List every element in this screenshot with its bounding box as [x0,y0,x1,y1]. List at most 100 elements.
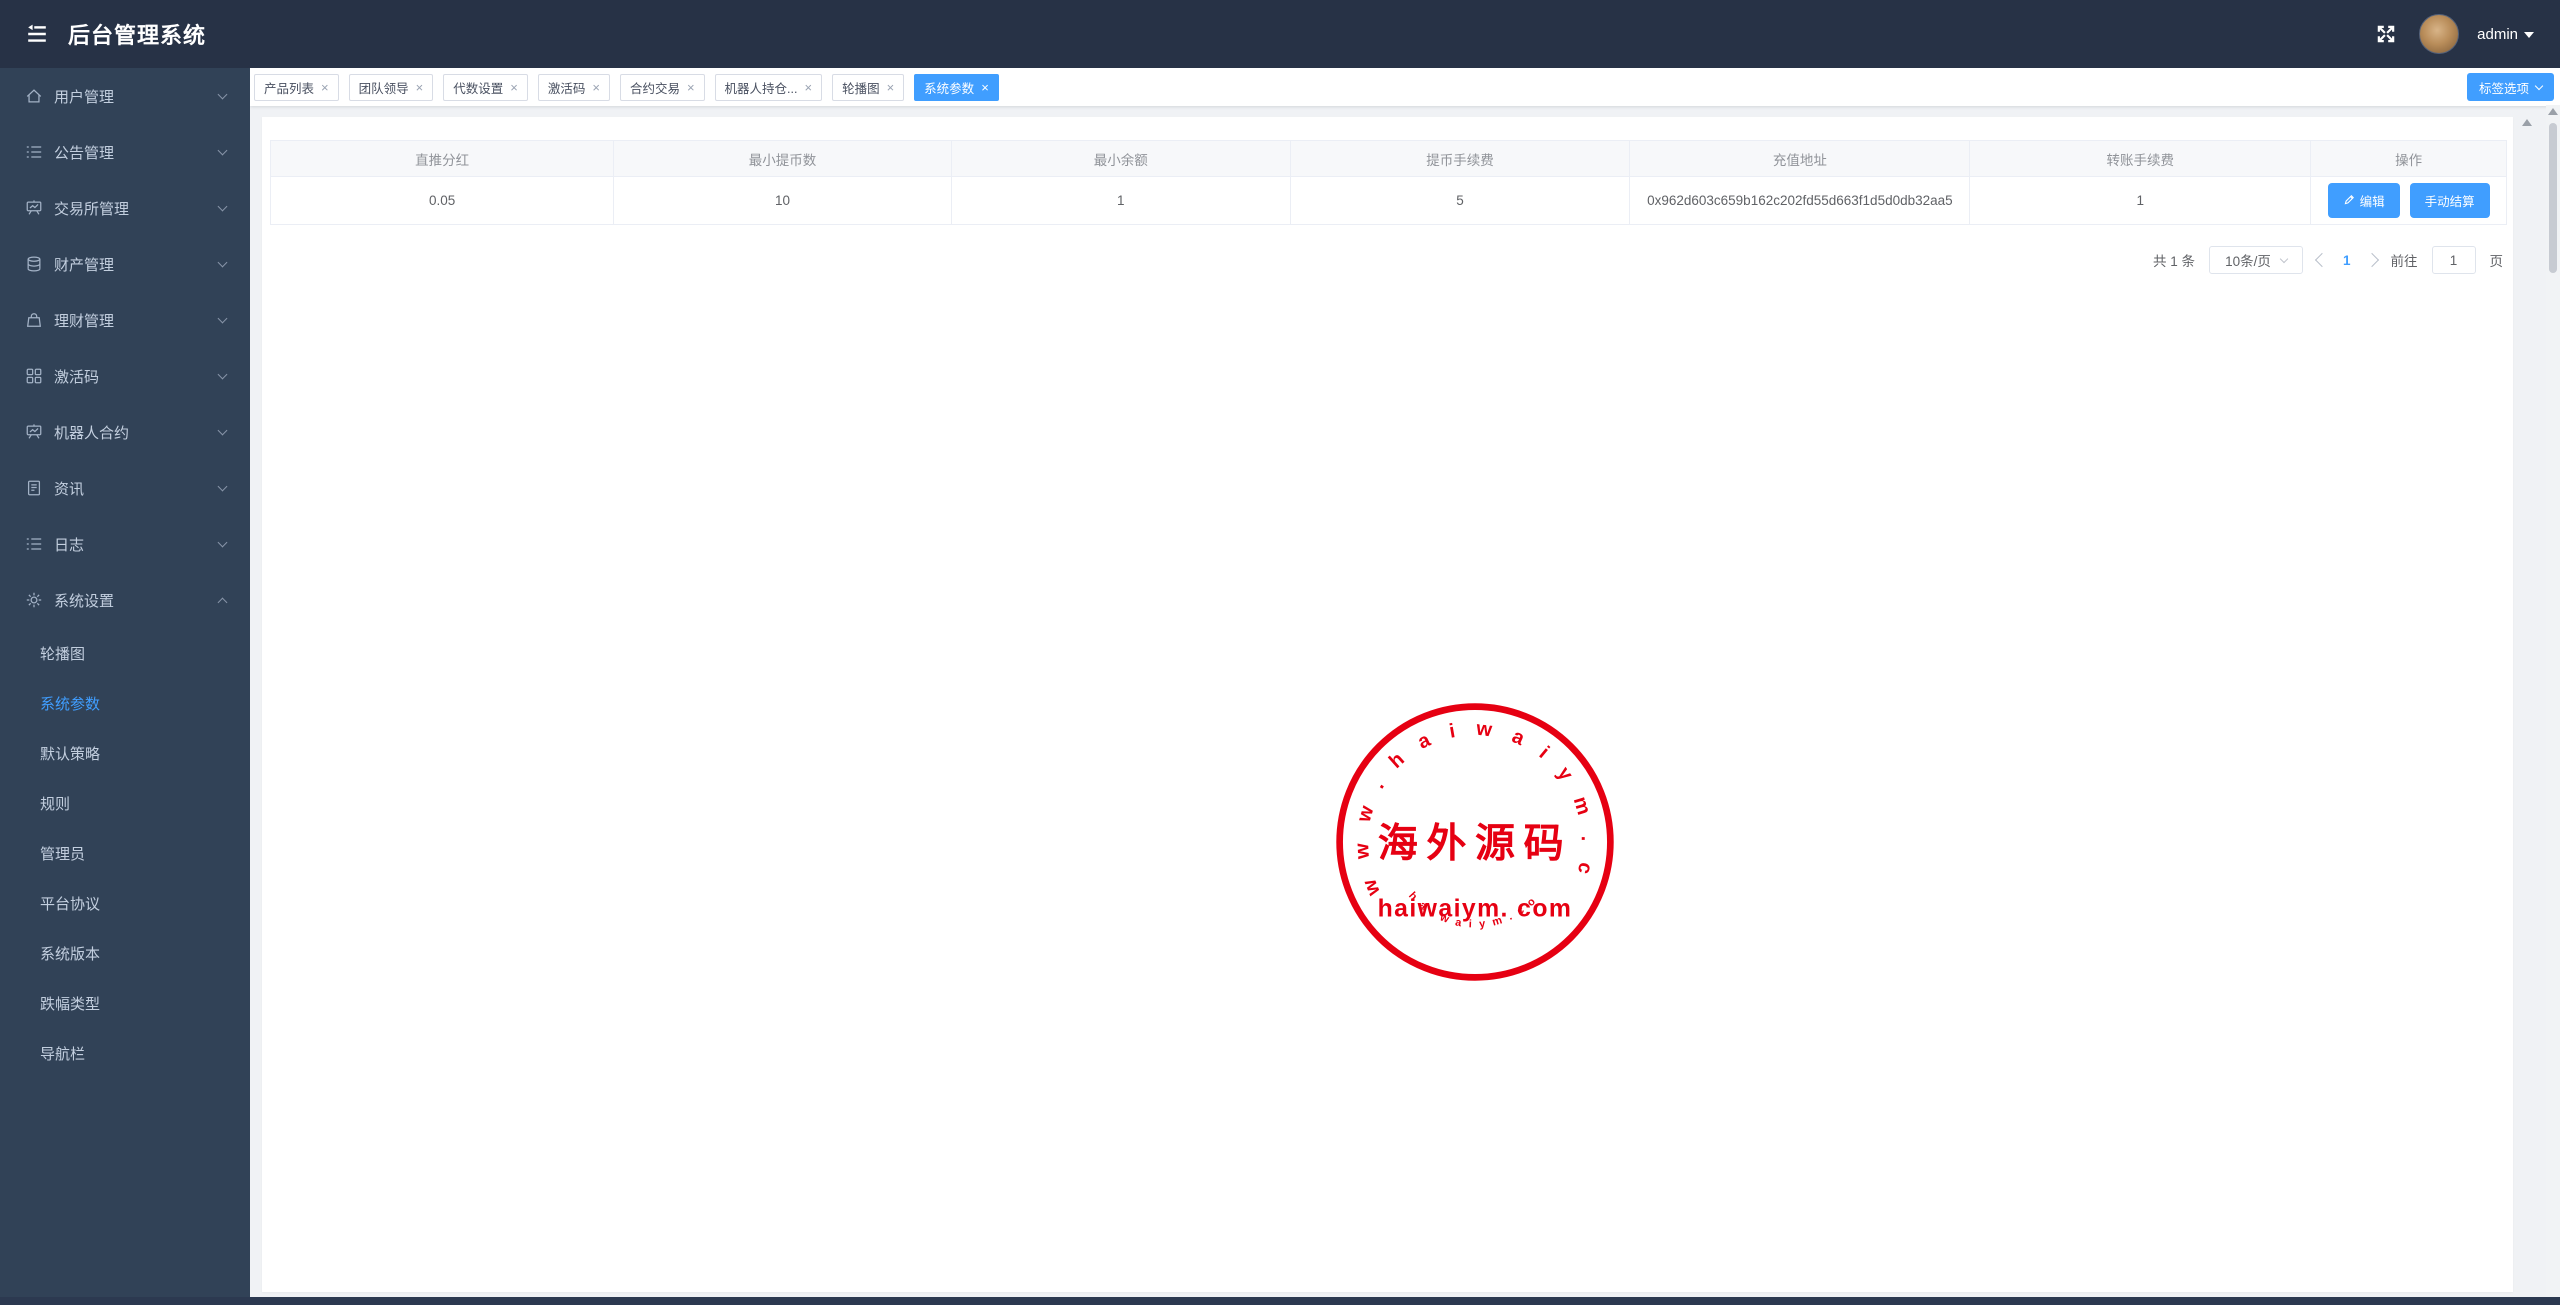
tab-label: 轮播图 [842,81,880,96]
sidebar-item-label: 资讯 [54,480,85,498]
menu-fold-icon[interactable] [20,17,54,51]
submenu-item-platform-agreement[interactable]: 平台协议 [0,878,250,928]
next-page-button[interactable] [2364,252,2379,268]
submenu-label: 导航栏 [40,1045,86,1063]
bullet-list-icon [25,143,43,161]
grid-icon [25,367,43,385]
system-params-table: 直推分红 最小提币数 最小余额 提币手续费 充值地址 转账手续费 操作 0.05… [269,140,2507,225]
chevron-down-icon [217,481,228,491]
close-icon[interactable]: × [321,81,329,94]
goto-page-input[interactable] [2431,246,2476,274]
submenu-item-system-version[interactable]: 系统版本 [0,928,250,978]
user-menu[interactable]: admin [2477,26,2534,43]
prev-page-button[interactable] [2314,252,2330,268]
close-icon[interactable]: × [804,81,812,94]
cell-min-withdraw: 10 [613,176,952,225]
submenu-item-administrators[interactable]: 管理员 [0,828,250,878]
chevron-up-icon [217,597,228,607]
cell-transfer-fee: 1 [1969,176,2312,225]
bottom-bar [0,1297,2560,1305]
tab-carousel[interactable]: 轮播图 × [832,73,905,101]
tab-system-params[interactable]: 系统参数 × [914,73,999,101]
manual-settle-label: 手动结算 [2424,195,2475,210]
fullscreen-icon[interactable] [2371,19,2401,49]
manual-settle-button[interactable]: 手动结算 [2409,183,2490,219]
sidebar-item-label: 机器人合约 [54,424,130,442]
header-right: admin [2371,14,2560,54]
close-icon[interactable]: × [887,81,895,94]
inner-scrollbar-up-arrow[interactable] [2522,119,2532,126]
submenu-item-default-strategy[interactable]: 默认策略 [0,728,250,778]
close-icon[interactable]: × [510,81,518,94]
cell-withdraw-fee: 5 [1289,176,1631,225]
tab-robot-position[interactable]: 机器人持仓... × [714,73,823,101]
submenu-label: 系统参数 [40,695,101,713]
submenu-item-navbar[interactable]: 导航栏 [0,1028,250,1078]
caret-down-icon [2524,32,2534,38]
sidebar-item-robot-contract[interactable]: 机器人合约 [0,404,250,460]
gear-icon [25,591,43,609]
scrollbar-up-arrow[interactable] [2548,108,2558,115]
submenu-label: 系统版本 [40,945,101,963]
sidebar-item-label: 用户管理 [54,88,115,106]
col-transfer-fee: 转账手续费 [1969,140,2312,177]
tab-label: 激活码 [547,81,586,96]
page-unit-label: 页 [2489,254,2504,269]
sidebar-item-label: 日志 [54,536,85,554]
sidebar-item-activation-code[interactable]: 激活码 [0,348,250,404]
tab-product-list[interactable]: 产品列表 × [254,73,339,101]
submenu-item-carousel[interactable]: 轮播图 [0,628,250,678]
hamburger-icon [28,24,46,42]
sidebar-item-logs[interactable]: 日志 [0,516,250,572]
sidebar-item-label: 公告管理 [54,144,115,162]
submenu-label: 规则 [40,795,71,813]
chevron-down-icon [217,201,228,211]
submenu-item-rules[interactable]: 规则 [0,778,250,828]
app-title: 后台管理系统 [68,23,207,48]
tag-options-label: 标签选项 [2478,81,2529,96]
bag-icon [25,311,43,329]
sidebar-item-label: 激活码 [54,368,100,386]
close-icon[interactable]: × [416,81,424,94]
scrollbar-thumb[interactable] [2549,123,2557,273]
tab-label: 机器人持仓... [724,81,798,96]
close-icon[interactable]: × [592,81,600,94]
tab-activation-code[interactable]: 激活码 × [537,73,610,101]
bullet-list-icon [25,535,43,553]
col-actions: 操作 [2310,140,2507,177]
edit-label: 编辑 [2359,194,2385,209]
chevron-down-icon [217,89,228,99]
sidebar-item-exchange-mgmt[interactable]: 交易所管理 [0,180,250,236]
tab-contract-trade[interactable]: 合约交易 × [619,73,705,101]
tab-team-leader[interactable]: 团队领导 × [348,73,434,101]
close-icon[interactable]: × [687,81,695,94]
col-deposit-address: 充值地址 [1629,140,1971,177]
chevron-down-icon [217,537,228,547]
sidebar-item-asset-mgmt[interactable]: 财产管理 [0,236,250,292]
tab-algebra-settings[interactable]: 代数设置 × [443,73,528,101]
chevron-down-icon [217,369,228,379]
close-icon[interactable]: × [981,81,989,94]
submenu-item-decline-type[interactable]: 跌幅类型 [0,978,250,1028]
submenu-item-system-params[interactable]: 系统参数 [0,678,250,728]
page-number[interactable]: 1 [2341,253,2353,268]
content-card: 直推分红 最小提币数 最小余额 提币手续费 充值地址 转账手续费 操作 0.05… [262,117,2513,1292]
news-icon [25,479,43,497]
sidebar-item-label: 财产管理 [54,256,115,274]
cell-direct-dividend: 0.05 [269,176,615,225]
chevron-down-icon [217,313,228,323]
goto-label: 前往 [2390,254,2418,269]
sidebar-item-finance-mgmt[interactable]: 理财管理 [0,292,250,348]
sidebar-item-news[interactable]: 资讯 [0,460,250,516]
edit-button[interactable]: 编辑 [2327,182,2400,218]
sidebar-item-label: 理财管理 [54,312,115,330]
page-size-select[interactable]: 10条/页 [2208,246,2303,274]
sidebar-item-user-mgmt[interactable]: 用户管理 [0,68,250,124]
sidebar-item-announcement-mgmt[interactable]: 公告管理 [0,124,250,180]
vertical-scrollbar[interactable] [2546,105,2560,1297]
tab-label: 团队领导 [358,81,409,96]
sidebar-item-system-settings[interactable]: 系统设置 [0,572,250,628]
tag-options-button[interactable]: 标签选项 [2466,73,2554,101]
avatar[interactable] [2419,14,2460,54]
cell-actions: 编辑 手动结算 [2310,176,2507,225]
